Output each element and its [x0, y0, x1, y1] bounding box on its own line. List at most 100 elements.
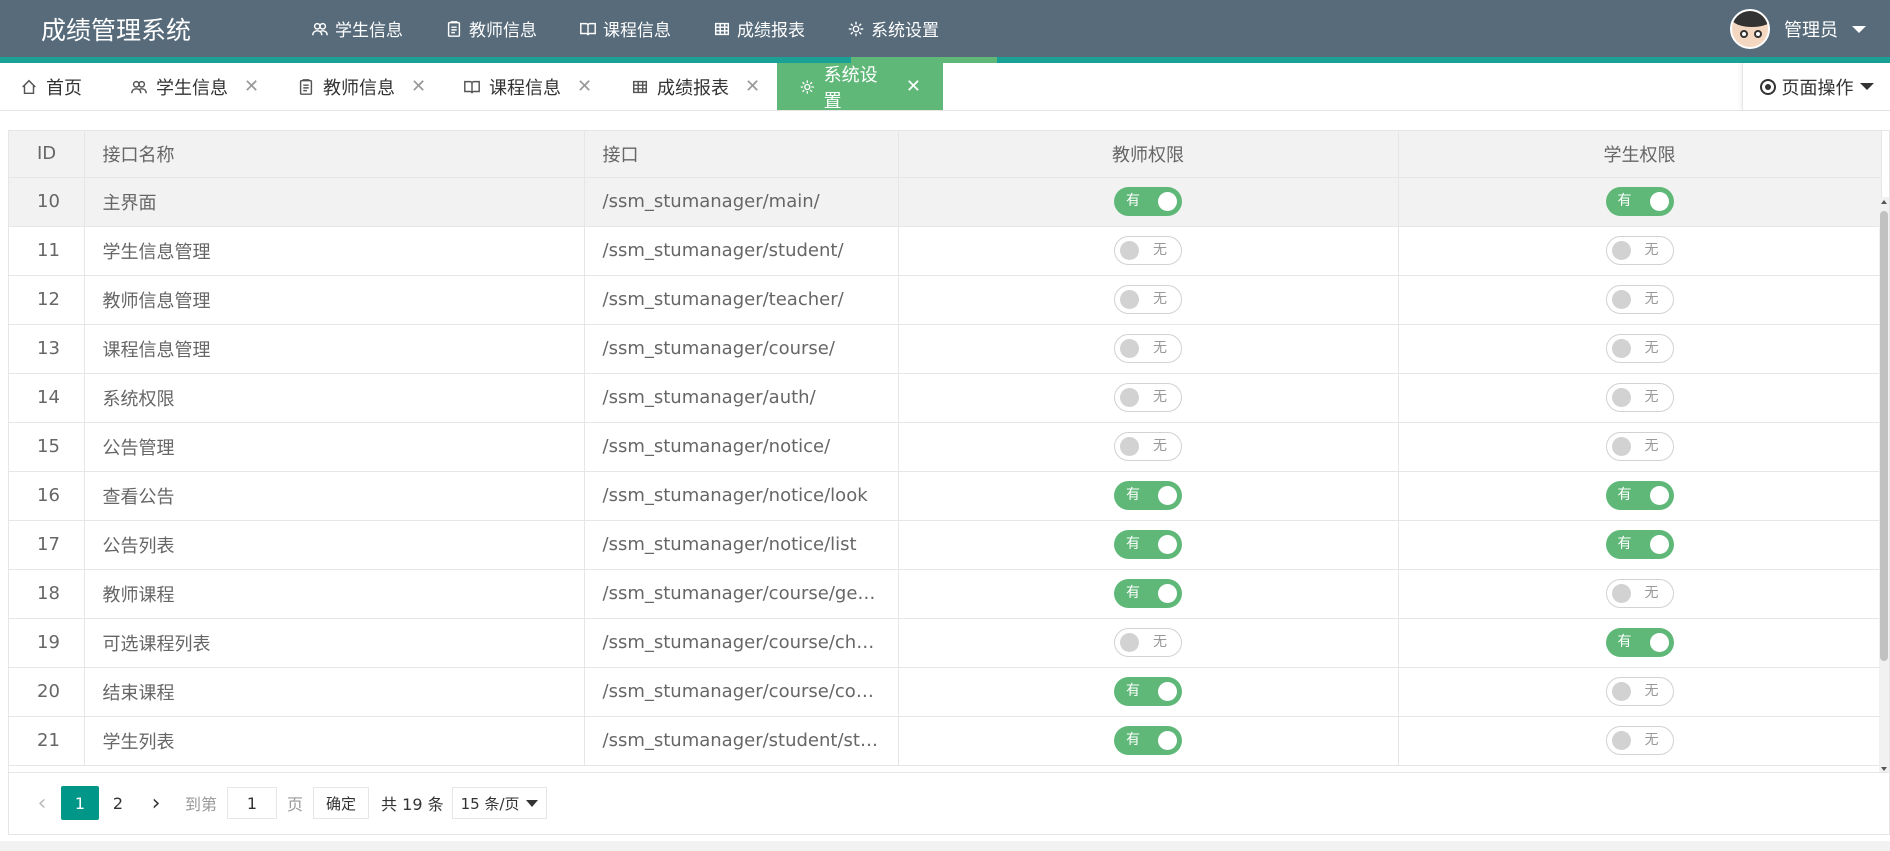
nav-label: 教师信息 — [469, 21, 537, 41]
table-row[interactable]: 10 主界面/ssm_stumanager/main/有 有 — [9, 177, 1882, 227]
table-row[interactable]: 12 教师信息管理/ssm_stumanager/teacher/无 无 — [9, 275, 1882, 325]
table-row[interactable]: 13 课程信息管理/ssm_stumanager/course/无 无 — [9, 324, 1882, 374]
table-row[interactable]: 19 可选课程列表/ssm_stumanager/course/choice… 无 有 — [9, 618, 1882, 668]
table-header-row: ID 接口名称 接口 教师权限 学生权限 — [9, 131, 1882, 178]
student-permission-toggle[interactable]: 无 — [1605, 579, 1674, 608]
cell-id: 10 — [9, 177, 85, 227]
page-number[interactable]: 2 — [99, 786, 137, 820]
student-permission-toggle[interactable]: 无 — [1605, 677, 1674, 706]
teacher-permission-toggle[interactable]: 无 — [1114, 285, 1182, 314]
table-row[interactable]: 21 学生列表/ssm_stumanager/student/stulist 有 无 — [9, 716, 1882, 766]
tab-teachers[interactable]: 教师信息 ✕ — [297, 63, 426, 110]
student-permission-toggle[interactable]: 无 — [1605, 285, 1674, 314]
table-row[interactable]: 18 教师课程/ssm_stumanager/course/getMy… 有 无 — [9, 569, 1882, 619]
cell-id: 16 — [9, 471, 85, 521]
teacher-permission-toggle[interactable]: 有 — [1114, 187, 1182, 216]
close-icon[interactable]: ✕ — [745, 76, 760, 97]
scrollbar-thumb[interactable] — [1880, 211, 1888, 661]
toggle-knob — [1611, 584, 1631, 603]
toggle-label: 无 — [1153, 634, 1167, 650]
close-icon[interactable]: ✕ — [577, 76, 592, 97]
toggle-knob — [1649, 633, 1669, 652]
cell-api: /ssm_stumanager/auth/ — [584, 373, 899, 423]
student-permission-toggle[interactable]: 无 — [1605, 432, 1674, 461]
pagination: ‹ 1 2 › 到第 页 确定 共 19 条 15 条/页 — [8, 772, 1890, 835]
goto-confirm-button[interactable]: 确定 — [313, 787, 370, 819]
nav-item-settings[interactable]: 系统设置 — [826, 0, 960, 57]
prev-page-button[interactable]: ‹ — [23, 786, 61, 820]
table-row[interactable]: 15 公告管理/ssm_stumanager/notice/无 无 — [9, 422, 1882, 472]
nav-item-students[interactable]: 学生信息 — [290, 0, 424, 57]
table-row[interactable]: 17 公告列表/ssm_stumanager/notice/list 有 有 — [9, 520, 1882, 570]
column-header-student-permission[interactable]: 学生权限 — [1398, 131, 1882, 178]
column-header-api[interactable]: 接口 — [584, 131, 899, 178]
tab-reports[interactable]: 成绩报表 ✕ — [631, 63, 760, 110]
total-count: 共 19 条 — [381, 795, 444, 814]
student-permission-toggle[interactable]: 有 — [1605, 187, 1674, 216]
nav-item-reports[interactable]: 成绩报表 — [692, 0, 826, 57]
teacher-permission-toggle[interactable]: 无 — [1114, 628, 1182, 657]
nav-item-teachers[interactable]: 教师信息 — [424, 0, 558, 57]
table-row[interactable]: 20 结束课程/ssm_stumanager/course/complete 有 无 — [9, 667, 1882, 717]
column-header-teacher-permission[interactable]: 教师权限 — [898, 131, 1399, 178]
tab-courses[interactable]: 课程信息 ✕ — [463, 63, 592, 110]
gear-icon — [800, 79, 814, 94]
teacher-permission-toggle[interactable]: 无 — [1114, 432, 1182, 461]
nav-label: 学生信息 — [335, 21, 403, 41]
teacher-permission-toggle[interactable]: 有 — [1114, 726, 1182, 755]
student-permission-toggle[interactable]: 无 — [1605, 334, 1674, 363]
page-operations-menu[interactable]: 页面操作 — [1742, 63, 1890, 110]
teacher-permission-toggle[interactable]: 有 — [1114, 530, 1182, 559]
table-row[interactable]: 14 系统权限/ssm_stumanager/auth/无 无 — [9, 373, 1882, 423]
page-number-current[interactable]: 1 — [61, 786, 99, 820]
student-permission-toggle[interactable]: 有 — [1605, 481, 1674, 510]
teacher-permission-toggle[interactable]: 有 — [1114, 481, 1182, 510]
student-permission-toggle[interactable]: 有 — [1605, 530, 1674, 559]
page-size-select[interactable]: 15 条/页 — [451, 787, 547, 819]
teacher-permission-toggle[interactable]: 有 — [1114, 677, 1182, 706]
close-icon[interactable]: ✕ — [906, 76, 921, 97]
cell-teacher-permission: 无 — [898, 324, 1399, 374]
next-page-button[interactable]: › — [137, 786, 175, 820]
goto-page-input[interactable] — [227, 787, 278, 819]
nav-item-courses[interactable]: 课程信息 — [558, 0, 692, 57]
table-row[interactable]: 11 学生信息管理/ssm_stumanager/student/无 无 — [9, 226, 1882, 276]
tab-settings[interactable]: 系统设置 ✕ — [777, 63, 943, 112]
table-scrollbar[interactable] — [1879, 197, 1889, 772]
cell-api: /ssm_stumanager/student/ — [584, 226, 899, 276]
user-menu[interactable]: 管理员 — [1730, 9, 1866, 49]
column-header-name[interactable]: 接口名称 — [84, 131, 585, 178]
avatar — [1730, 9, 1770, 49]
tab-students[interactable]: 学生信息 ✕ — [130, 63, 259, 110]
toggle-label: 无 — [1153, 438, 1167, 454]
cell-teacher-permission: 无 — [898, 373, 1399, 423]
table-row[interactable]: 16 查看公告/ssm_stumanager/notice/look 有 有 — [9, 471, 1882, 521]
toggle-knob — [1611, 339, 1631, 358]
student-permission-toggle[interactable]: 无 — [1605, 726, 1674, 755]
tab-home[interactable]: 首页 — [20, 63, 82, 110]
toggle-knob — [1611, 290, 1631, 309]
close-icon[interactable]: ✕ — [244, 76, 259, 97]
teacher-permission-toggle[interactable]: 无 — [1114, 236, 1182, 265]
column-header-id[interactable]: ID — [9, 131, 85, 178]
page-unit-label: 页 — [287, 795, 304, 814]
close-icon[interactable]: ✕ — [411, 76, 426, 97]
student-permission-toggle[interactable]: 无 — [1605, 236, 1674, 265]
cell-teacher-permission: 无 — [898, 275, 1399, 325]
teacher-permission-toggle[interactable]: 无 — [1114, 334, 1182, 363]
bottom-strip — [0, 841, 1890, 851]
teacher-permission-toggle[interactable]: 有 — [1114, 579, 1182, 608]
student-permission-toggle[interactable]: 无 — [1605, 383, 1674, 412]
cell-id: 15 — [9, 422, 85, 472]
home-icon — [22, 79, 36, 94]
cell-api: /ssm_stumanager/course/choice… — [584, 618, 899, 668]
cell-id: 12 — [9, 275, 85, 325]
toggle-label: 无 — [1153, 389, 1167, 405]
cell-teacher-permission: 有 — [898, 471, 1399, 521]
student-permission-toggle[interactable]: 有 — [1605, 628, 1674, 657]
cell-name: 学生列表 — [84, 716, 585, 766]
toggle-knob — [1158, 486, 1177, 505]
radio-dot-icon — [1759, 78, 1776, 95]
goto-label: 到第 — [185, 795, 218, 814]
teacher-permission-toggle[interactable]: 无 — [1114, 383, 1182, 412]
